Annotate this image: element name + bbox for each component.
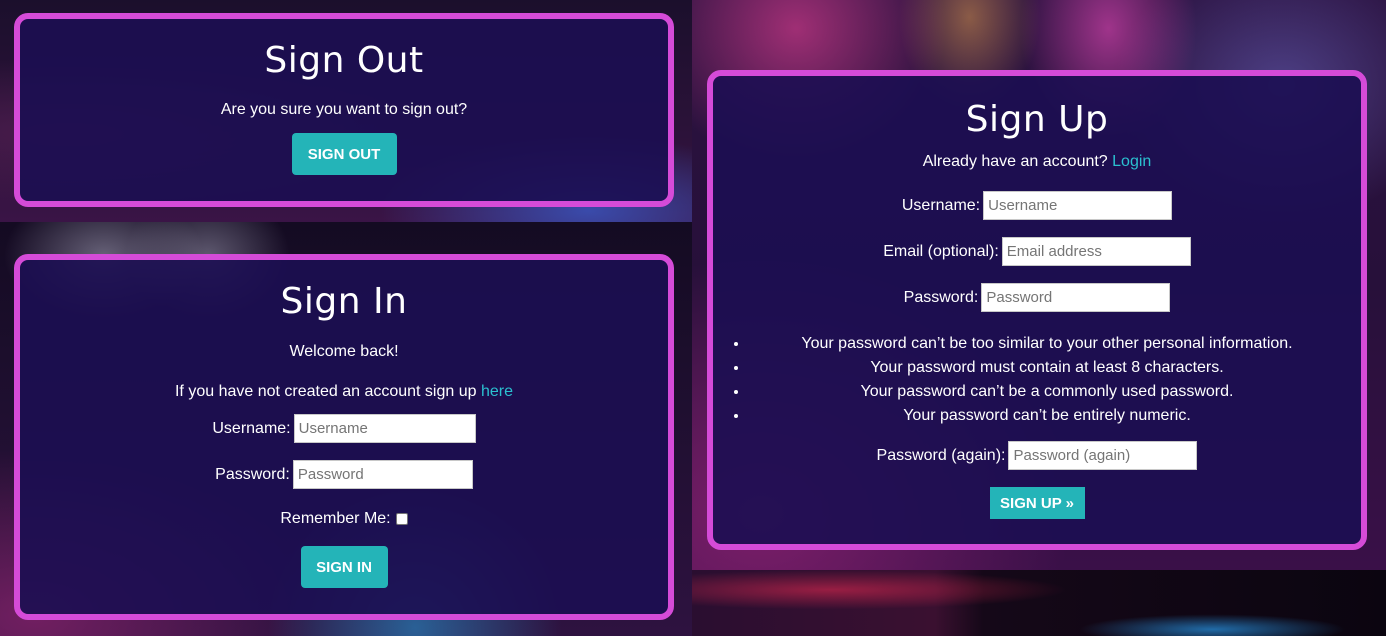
- remember-me-row: Remember Me:: [20, 510, 668, 528]
- password-help-item: Your password can’t be entirely numeric.: [749, 404, 1345, 428]
- username-row: Username:: [20, 414, 668, 443]
- username-input[interactable]: [293, 414, 476, 443]
- signup-username-label: Username:: [901, 196, 981, 214]
- remember-me-checkbox[interactable]: [395, 513, 408, 525]
- sign-up-panel: Sign Up Already have an account? Login U…: [707, 70, 1367, 550]
- signup-email-row: Email (optional):: [713, 237, 1361, 266]
- password-help-list: Your password can’t be too similar to yo…: [731, 332, 1345, 428]
- page-canvas: Sign Out Are you sure you want to sign o…: [0, 0, 1386, 636]
- no-account-message: If you have not created an account sign …: [174, 383, 477, 400]
- password-label: Password:: [215, 465, 290, 483]
- sign-out-title: Sign Out: [264, 40, 424, 81]
- background-image-bottom-right: [692, 570, 1386, 636]
- sign-out-button-row: SIGN OUT: [20, 133, 668, 175]
- sign-up-button-row: SIGN UP »: [713, 487, 1361, 519]
- signup-password-again-row: Password (again):: [713, 441, 1361, 470]
- sign-up-title: Sign Up: [965, 99, 1109, 140]
- welcome-text: Welcome back!: [289, 343, 399, 360]
- already-account-text: Already have an account? Login: [713, 154, 1361, 170]
- sign-up-button[interactable]: SIGN UP »: [989, 487, 1085, 519]
- signup-username-row: Username:: [713, 191, 1361, 220]
- no-account-text: If you have not created an account sign …: [20, 384, 668, 400]
- signup-password-again-input[interactable]: [1008, 441, 1198, 470]
- sign-up-here-link[interactable]: here: [481, 383, 513, 400]
- sign-in-button-row: SIGN IN: [20, 546, 668, 588]
- password-help-item: Your password can’t be a commonly used p…: [749, 380, 1345, 404]
- sign-out-button[interactable]: SIGN OUT: [291, 133, 397, 175]
- username-label: Username:: [212, 419, 291, 437]
- password-row: Password:: [20, 460, 668, 489]
- signup-password-row: Password:: [713, 283, 1361, 312]
- signup-password-input[interactable]: [981, 283, 1171, 312]
- signup-email-label: Email (optional):: [883, 242, 999, 260]
- sign-in-title: Sign In: [280, 281, 408, 322]
- sign-in-panel: Sign In Welcome back! If you have not cr…: [14, 254, 674, 620]
- password-help-item: Your password can’t be too similar to yo…: [749, 332, 1345, 356]
- password-help-item: Your password must contain at least 8 ch…: [749, 356, 1345, 380]
- remember-me-label: Remember Me:: [280, 510, 391, 527]
- password-input[interactable]: [292, 460, 473, 489]
- already-account-message: Already have an account?: [922, 153, 1108, 170]
- sign-out-panel: Sign Out Are you sure you want to sign o…: [14, 13, 674, 207]
- signup-password-again-label: Password (again):: [876, 446, 1006, 464]
- signup-username-input[interactable]: [983, 191, 1173, 220]
- sign-in-button[interactable]: SIGN IN: [300, 546, 388, 588]
- sign-out-message: Are you sure you want to sign out?: [220, 101, 468, 118]
- signup-password-label: Password:: [903, 288, 979, 306]
- signup-email-input[interactable]: [1001, 237, 1191, 266]
- login-link[interactable]: Login: [1112, 153, 1151, 170]
